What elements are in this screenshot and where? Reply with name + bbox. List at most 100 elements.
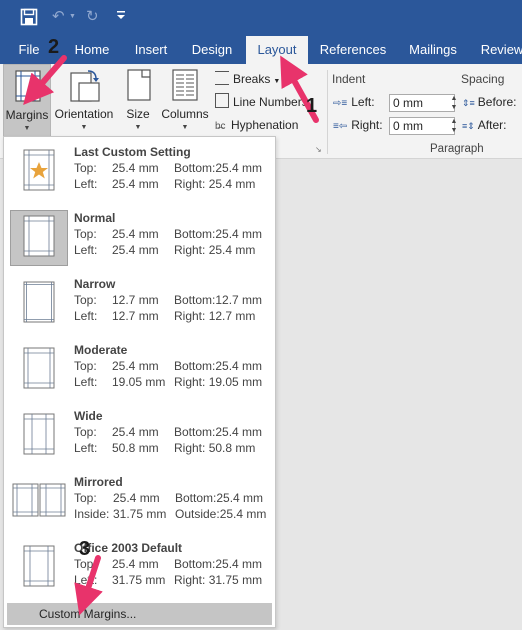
undo-icon[interactable]: ↶	[52, 7, 65, 25]
margin-preset-row: Top: 25.4 mm Bottom:25.4 mm	[74, 359, 263, 373]
breaks-button[interactable]: Breaks ▼	[215, 69, 280, 89]
hyphenation-button[interactable]: b̶c Hyphenation	[215, 115, 298, 135]
margin-preset-row: Left: 12.7 mm Right: 12.7 mm	[74, 309, 256, 323]
margin-preset-row: Inside: 31.75 mm Outside:25.4 mm	[74, 507, 267, 521]
margin-preset-row: Left: 50.8 mm Right: 50.8 mm	[74, 441, 256, 455]
office-2003-margin-icon	[23, 545, 55, 587]
redo-icon[interactable]: ↻	[86, 7, 99, 25]
margin-preset-row: Left: 25.4 mm Right: 25.4 mm	[74, 177, 256, 191]
margin-preset-normal[interactable]: Normal Top: 25.4 mm Bottom:25.4 mm Left: 25…	[7, 207, 272, 271]
indent-header: Indent	[332, 72, 366, 86]
margin-preset-moderate[interactable]: Moderate Top: 25.4 mm Bottom:25.4 mm Left:…	[7, 339, 272, 403]
margins-label: Margins	[5, 108, 49, 122]
margin-preset-row: Top: 12.7 mm Bottom:12.7 mm	[74, 293, 263, 307]
customize-toolbar-icon[interactable]	[117, 9, 125, 21]
orientation-button[interactable]: Orientation ▼	[52, 64, 116, 142]
orientation-icon	[70, 70, 100, 102]
margin-preset-name: Normal	[74, 211, 116, 225]
margin-preset-row: Left: 19.05 mm Right: 19.05 mm	[74, 375, 263, 389]
mirrored-margin-icon	[12, 483, 66, 517]
margin-thumbnail	[10, 210, 68, 266]
undo-dropdown-icon[interactable]: ▼	[69, 13, 76, 20]
indent-right-label: ≡⇦ Right:	[333, 118, 383, 132]
margin-preset-row: Top: 25.4 mm Bottom:25.4 mm	[74, 425, 263, 439]
spacing-after-label: ≡⇕ After:	[462, 118, 507, 132]
spacing-before-label: ⇕≡ Before:	[462, 95, 517, 109]
paragraph-group-label: Paragraph	[430, 143, 484, 155]
tab-design[interactable]: Design	[186, 36, 238, 64]
custom-margins-menu-item[interactable]: Custom Margins...	[7, 603, 272, 625]
margin-preset-name: Last Custom Setting	[74, 145, 191, 159]
chevron-down-icon: ▼	[273, 78, 281, 85]
margin-preset-last-custom[interactable]: Last Custom Setting Top: 25.4 mm Bottom:25…	[7, 141, 272, 205]
hyphenation-icon: b̶c	[215, 121, 226, 132]
margin-preset-row: Top: 25.4 mm Bottom:25.4 mm	[74, 161, 263, 175]
tab-mailings[interactable]: Mailings	[402, 36, 464, 64]
tab-home[interactable]: Home	[68, 36, 116, 64]
margin-preset-name: Office 2003 Default	[74, 541, 183, 555]
tab-file[interactable]: File	[10, 36, 48, 64]
margin-preset-row: Left: 25.4 mm Right: 25.4 mm	[74, 243, 256, 257]
margin-preset-wide[interactable]: Wide Top: 25.4 mm Bottom:25.4 mm Left: 50.8…	[7, 405, 272, 469]
tab-insert[interactable]: Insert	[126, 36, 176, 64]
callout-number-3: 3	[79, 538, 91, 560]
margins-icon	[15, 70, 41, 102]
margin-preset-name: Mirrored	[74, 475, 123, 489]
size-label: Size	[126, 107, 150, 121]
ribbon-tab-bar: File Home Insert Design Layout Reference…	[0, 36, 522, 64]
columns-button[interactable]: Columns ▼	[158, 64, 212, 142]
hyphenation-label: Hyphenation	[231, 118, 299, 132]
save-icon[interactable]	[20, 8, 38, 26]
margin-thumbnail	[10, 276, 68, 332]
margin-preset-row: Top: 25.4 mm Bottom:25.4 mm	[74, 491, 264, 505]
margin-preset-narrow[interactable]: Narrow Top: 12.7 mm Bottom:12.7 mm Left: 12…	[7, 273, 272, 337]
title-bar: ↶ ▼ ↻	[0, 0, 522, 36]
spacing-before-icon: ⇕≡	[462, 98, 475, 108]
indent-right-spinner[interactable]: ▲ ▼	[449, 117, 459, 135]
chevron-down-icon: ▼	[134, 124, 142, 131]
indent-left-icon: ⇨≡	[333, 98, 348, 109]
margin-preset-row: Top: 25.4 mm Bottom:25.4 mm	[74, 557, 263, 571]
columns-label: Columns	[161, 107, 209, 121]
breaks-label: Breaks	[233, 72, 271, 86]
line-numbers-label: Line Numbers	[233, 95, 308, 109]
normal-margin-icon	[23, 215, 55, 257]
spacing-header: Spacing	[461, 72, 505, 86]
indent-right-icon: ≡⇦	[333, 121, 348, 132]
size-button[interactable]: Size ▼	[120, 64, 156, 142]
margin-thumbnail	[10, 540, 68, 596]
last-custom-margin-icon	[23, 149, 55, 191]
margin-thumbnail	[10, 342, 68, 398]
spacing-after-icon: ≡⇕	[462, 121, 475, 131]
margins-button[interactable]: Margins ▼	[3, 64, 51, 142]
chevron-down-icon: ▼	[23, 125, 31, 132]
margin-preset-name: Wide	[74, 409, 103, 423]
tab-layout[interactable]: Layout	[246, 36, 308, 64]
line-numbers-icon	[215, 93, 229, 108]
group-separator	[327, 70, 328, 154]
moderate-margin-icon	[23, 347, 55, 389]
callout-number-1: 1	[306, 95, 318, 117]
margin-thumbnail	[10, 408, 68, 464]
margin-preset-office-2003[interactable]: Office 2003 Default Top: 25.4 mm Bottom:25…	[7, 537, 272, 601]
columns-icon	[172, 69, 198, 101]
chevron-down-icon: ▼	[80, 124, 88, 131]
tab-references[interactable]: References	[316, 36, 390, 64]
margin-thumbnail	[10, 474, 68, 530]
callout-number-2: 2	[48, 36, 60, 58]
breaks-icon	[215, 71, 229, 85]
margin-preset-name: Moderate	[74, 343, 128, 357]
indent-right-input[interactable]: 0 mm	[389, 117, 455, 135]
chevron-down-icon: ▼	[181, 124, 189, 131]
indent-left-spinner[interactable]: ▲ ▼	[449, 94, 459, 112]
margin-preset-mirrored[interactable]: Mirrored Top: 25.4 mm Bottom:25.4 mm Insid…	[7, 471, 272, 535]
orientation-label: Orientation	[54, 107, 114, 121]
line-numbers-button[interactable]: Line Numbers	[215, 92, 308, 112]
margin-preset-row: Left: 31.75 mm Right: 31.75 mm	[74, 573, 263, 587]
indent-left-input[interactable]: 0 mm	[389, 94, 455, 112]
margin-preset-row: Top: 25.4 mm Bottom:25.4 mm	[74, 227, 263, 241]
tab-review[interactable]: Review	[476, 36, 522, 64]
margins-dropdown: Last Custom Setting Top: 25.4 mm Bottom:25…	[3, 136, 276, 628]
size-icon	[127, 69, 151, 101]
dialog-launcher-icon[interactable]: ↘	[315, 145, 322, 154]
